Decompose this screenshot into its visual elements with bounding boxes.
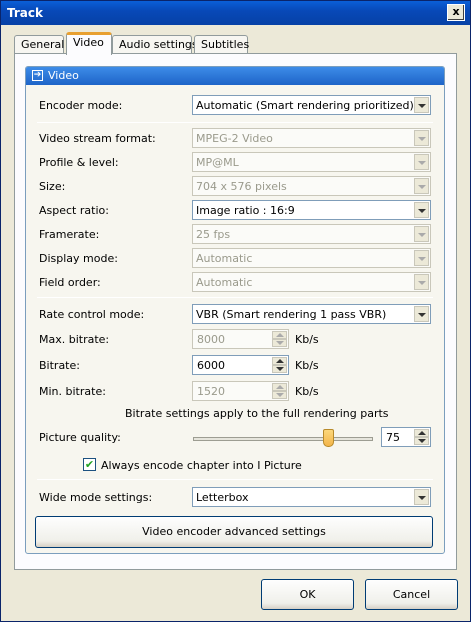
- separator: [37, 479, 433, 480]
- always-encode-label: Always encode chapter into I Picture: [101, 459, 302, 472]
- size-select[interactable]: 704 x 576 pixels: [192, 176, 431, 196]
- bitrate-value: 6000: [197, 359, 225, 372]
- size-value: 704 x 576 pixels: [196, 180, 287, 193]
- aspect-ratio-select[interactable]: Image ratio : 16:9: [192, 200, 431, 220]
- framerate-label: Framerate:: [39, 228, 100, 241]
- track-dialog: Track x General Video Audio settings Sub…: [0, 0, 471, 622]
- min-bitrate-stepper[interactable]: 1520: [192, 381, 289, 401]
- chevron-down-icon[interactable]: [414, 489, 429, 505]
- encoder-mode-value: Automatic (Smart rendering prioritized): [196, 99, 414, 112]
- chevron-down-icon[interactable]: [414, 178, 429, 194]
- spin-down-icon[interactable]: [272, 365, 287, 373]
- max-bitrate-value: 8000: [197, 333, 225, 346]
- field-order-value: Automatic: [196, 276, 253, 289]
- field-order-label: Field order:: [39, 276, 101, 289]
- min-bitrate-label: Min. bitrate:: [39, 385, 106, 398]
- framerate-select[interactable]: 25 fps: [192, 224, 431, 244]
- tab-subtitles[interactable]: Subtitles: [194, 35, 249, 54]
- video-group-header[interactable]: ➔ Video: [26, 67, 444, 85]
- bitrate-unit: Kb/s: [295, 359, 319, 372]
- tab-general[interactable]: General: [14, 35, 64, 54]
- always-encode-checkbox[interactable]: ✔: [83, 458, 96, 471]
- window-title: Track: [7, 6, 43, 20]
- wide-mode-value: Letterbox: [196, 491, 249, 504]
- chevron-down-icon[interactable]: [414, 274, 429, 290]
- video-stream-format-label: Video stream format:: [39, 132, 156, 145]
- profile-level-label: Profile & level:: [39, 156, 119, 169]
- display-mode-select[interactable]: Automatic: [192, 248, 431, 268]
- aspect-ratio-value: Image ratio : 16:9: [196, 204, 295, 217]
- max-bitrate-label: Max. bitrate:: [39, 333, 110, 346]
- chevron-down-icon[interactable]: [414, 226, 429, 242]
- bitrate-note: Bitrate settings apply to the full rende…: [125, 407, 389, 420]
- display-mode-label: Display mode:: [39, 252, 118, 265]
- max-bitrate-stepper[interactable]: 8000: [192, 329, 289, 349]
- profile-level-value: MP@ML: [196, 156, 239, 169]
- encoder-mode-select[interactable]: Automatic (Smart rendering prioritized): [192, 95, 431, 115]
- chevron-down-icon[interactable]: [414, 202, 429, 218]
- picture-quality-label: Picture quality:: [39, 431, 121, 444]
- min-bitrate-value: 1520: [197, 385, 225, 398]
- aspect-ratio-label: Aspect ratio:: [39, 204, 109, 217]
- spin-up-icon[interactable]: [414, 429, 429, 437]
- spin-down-icon[interactable]: [414, 437, 429, 445]
- picture-quality-slider-track[interactable]: [193, 437, 373, 441]
- spin-down-icon[interactable]: [272, 391, 287, 399]
- close-icon[interactable]: x: [447, 4, 465, 21]
- wide-mode-select[interactable]: Letterbox: [192, 487, 431, 507]
- picture-quality-stepper[interactable]: 75: [381, 427, 431, 447]
- framerate-value: 25 fps: [196, 228, 231, 241]
- separator: [37, 297, 433, 298]
- min-bitrate-unit: Kb/s: [295, 385, 319, 398]
- spin-up-icon[interactable]: [272, 383, 287, 391]
- field-order-select[interactable]: Automatic: [192, 272, 431, 292]
- group-title: Video: [48, 69, 79, 82]
- title-bar[interactable]: Track x: [1, 1, 470, 25]
- video-stream-format-value: MPEG-2 Video: [196, 132, 273, 145]
- tab-video[interactable]: Video: [66, 32, 112, 55]
- picture-quality-value: 75: [386, 431, 400, 444]
- bitrate-label: Bitrate:: [39, 359, 80, 372]
- spin-up-icon[interactable]: [272, 357, 287, 365]
- picture-quality-slider-thumb[interactable]: [322, 429, 334, 447]
- video-stream-format-select[interactable]: MPEG-2 Video: [192, 128, 431, 148]
- profile-level-select[interactable]: MP@ML: [192, 152, 431, 172]
- display-mode-value: Automatic: [196, 252, 253, 265]
- rate-control-mode-value: VBR (Smart rendering 1 pass VBR): [196, 308, 387, 321]
- wide-mode-label: Wide mode settings:: [39, 491, 153, 504]
- rate-control-mode-label: Rate control mode:: [39, 308, 145, 321]
- encoder-mode-label: Encoder mode:: [39, 99, 123, 112]
- tab-audio-settings[interactable]: Audio settings: [112, 35, 198, 54]
- chevron-down-icon[interactable]: [414, 130, 429, 146]
- chevron-down-icon[interactable]: [414, 154, 429, 170]
- size-label: Size:: [39, 180, 66, 193]
- chevron-down-icon[interactable]: [414, 97, 429, 113]
- spin-down-icon[interactable]: [272, 339, 287, 347]
- bitrate-stepper[interactable]: 6000: [192, 355, 289, 375]
- arrow-right-icon: ➔: [32, 70, 43, 81]
- cancel-button[interactable]: Cancel: [365, 579, 458, 610]
- separator: [37, 122, 433, 123]
- chevron-down-icon[interactable]: [414, 306, 429, 322]
- video-encoder-advanced-settings-button[interactable]: Video encoder advanced settings: [35, 516, 433, 548]
- rate-control-mode-select[interactable]: VBR (Smart rendering 1 pass VBR): [192, 304, 431, 324]
- max-bitrate-unit: Kb/s: [295, 333, 319, 346]
- chevron-down-icon[interactable]: [414, 250, 429, 266]
- ok-button[interactable]: OK: [261, 579, 354, 610]
- spin-up-icon[interactable]: [272, 331, 287, 339]
